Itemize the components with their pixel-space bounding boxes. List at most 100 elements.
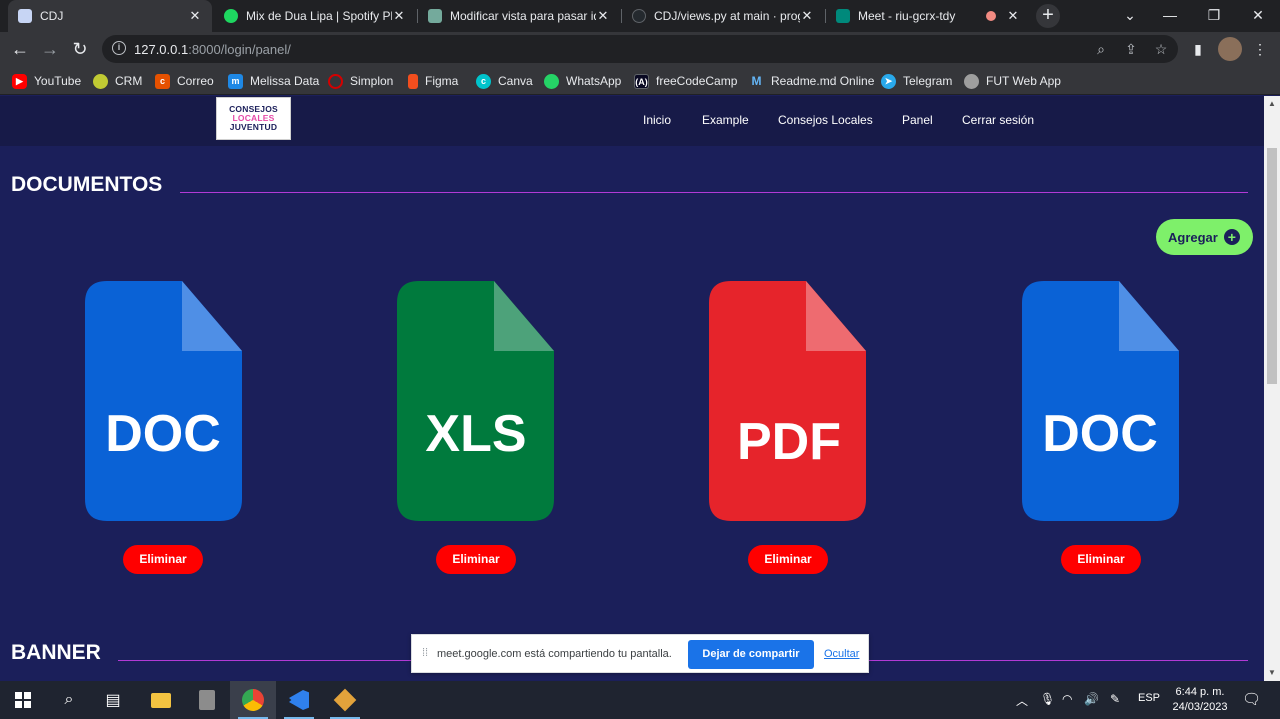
drag-handle-icon[interactable]: ⁞⁞ bbox=[422, 647, 428, 659]
globe-icon bbox=[964, 73, 979, 89]
chatgpt-favicon-icon bbox=[428, 9, 442, 23]
notification-center-icon[interactable]: 🗨 bbox=[1242, 690, 1261, 708]
minimize-icon[interactable]: — bbox=[1148, 0, 1192, 32]
file-fold bbox=[494, 281, 554, 351]
chrome-taskbar-icon[interactable] bbox=[230, 681, 276, 719]
delete-button[interactable]: Eliminar bbox=[436, 545, 516, 574]
tab-github[interactable]: CDJ/views.py at main · progra ✕ bbox=[622, 0, 824, 32]
bookmarks-bar: ▶ YouTube CRM c Correo m Melissa Data Simpl… bbox=[0, 66, 1280, 95]
bookmark-canva[interactable]: c Canva bbox=[476, 71, 533, 91]
reload-icon[interactable]: ↻ bbox=[68, 37, 92, 61]
scrollbar-thumb[interactable] bbox=[1267, 148, 1277, 384]
url-host: 127.0.0.1 bbox=[134, 42, 189, 57]
bookmark-freecodecamp[interactable]: (A) freeCodeCamp bbox=[634, 71, 737, 91]
bookmark-fut[interactable]: FUT Web App bbox=[964, 71, 1061, 91]
task-view-icon[interactable]: ▤ bbox=[90, 681, 136, 719]
delete-button[interactable]: Eliminar bbox=[748, 545, 828, 574]
forward-arrow-icon[interactable]: → bbox=[38, 37, 62, 61]
nav-link-panel[interactable]: Panel bbox=[902, 113, 933, 127]
new-tab-button[interactable]: + bbox=[1036, 4, 1060, 28]
windows-taskbar: ⌕ ▤ ︿ 🎙 ◠ 🔊 ✎ ESP 6:44 p. m. 24/03/2023 … bbox=[0, 681, 1280, 719]
profile-avatar[interactable] bbox=[1218, 37, 1242, 61]
screen-share-bar: ⁞⁞ meet.google.com está compartiendo tu … bbox=[411, 634, 869, 673]
microphone-icon[interactable]: 🎙 bbox=[1040, 692, 1055, 706]
close-tab-icon[interactable]: ✕ bbox=[800, 8, 814, 24]
tab-title: Modificar vista para pasar id bbox=[450, 9, 596, 23]
file-type-label: XLS bbox=[425, 405, 526, 463]
tab-spotify[interactable]: Mix de Dua Lipa | Spotify Play ✕ bbox=[214, 0, 416, 32]
network-icon[interactable]: ◠ bbox=[1062, 692, 1072, 706]
back-arrow-icon[interactable]: ← bbox=[8, 37, 32, 61]
add-button-label: Agregar bbox=[1168, 229, 1218, 245]
system-clock[interactable]: 6:44 p. m. 24/03/2023 bbox=[1164, 685, 1236, 715]
nav-link-example[interactable]: Example bbox=[702, 113, 749, 127]
tab-search-icon[interactable]: ⌄ bbox=[1108, 0, 1152, 32]
pdf-file-icon[interactable]: PDF bbox=[709, 281, 866, 521]
file-explorer-icon[interactable] bbox=[138, 681, 184, 719]
file-body bbox=[85, 281, 242, 521]
url-text[interactable]: 127.0.0.1:8000/login/panel/ bbox=[134, 42, 291, 57]
close-tab-icon[interactable]: ✕ bbox=[596, 8, 610, 24]
nav-link-inicio[interactable]: Inicio bbox=[643, 113, 671, 127]
site-logo[interactable]: CONSEJOS LOCALES JUVENTUD bbox=[216, 97, 291, 140]
pen-icon[interactable]: ✎ bbox=[1110, 692, 1120, 706]
chrome-logo-icon bbox=[242, 689, 264, 711]
zoom-icon[interactable]: ⌕ bbox=[1092, 40, 1110, 58]
delete-button[interactable]: Eliminar bbox=[1061, 545, 1141, 574]
calculator-icon[interactable] bbox=[184, 681, 230, 719]
logo-line-3: JUVENTUD bbox=[229, 122, 278, 132]
cdj-favicon-icon bbox=[18, 9, 32, 23]
figma-icon bbox=[408, 73, 418, 89]
bookmark-correo[interactable]: c Correo bbox=[155, 71, 214, 91]
bookmark-star-icon[interactable]: ☆ bbox=[1152, 40, 1170, 58]
bookmark-whatsapp[interactable]: WhatsApp bbox=[544, 71, 621, 91]
crm-icon bbox=[93, 73, 108, 89]
git-tool-icon[interactable] bbox=[322, 681, 368, 719]
bookmark-figma[interactable]: Figma bbox=[408, 71, 458, 91]
doc-file-icon[interactable]: DOC bbox=[85, 281, 242, 521]
share-icon[interactable]: ⇪ bbox=[1122, 40, 1140, 58]
file-body bbox=[709, 281, 866, 521]
bookmark-label: CRM bbox=[115, 74, 143, 88]
restore-icon[interactable]: ❐ bbox=[1192, 0, 1236, 32]
add-document-button[interactable]: Agregar + bbox=[1156, 219, 1253, 255]
side-panel-icon[interactable]: ▮ bbox=[1186, 37, 1210, 61]
xls-file-icon[interactable]: XLS bbox=[397, 281, 554, 521]
address-bar[interactable]: i 127.0.0.1:8000/login/panel/ ⌕ ⇪ ☆ bbox=[102, 35, 1178, 63]
bookmark-readme[interactable]: M Readme.md Online bbox=[749, 71, 875, 91]
close-tab-icon[interactable]: ✕ bbox=[188, 8, 202, 24]
bookmark-telegram[interactable]: ➤ Telegram bbox=[881, 71, 952, 91]
tab-meet[interactable]: Meet - riu-gcrx-tdy ✕ bbox=[826, 0, 1030, 32]
tab-cdj[interactable]: CDJ ✕ bbox=[8, 0, 212, 32]
search-icon[interactable]: ⌕ bbox=[46, 681, 92, 719]
bookmark-label: Simplon bbox=[350, 74, 394, 88]
close-tab-icon[interactable]: ✕ bbox=[392, 8, 406, 24]
menu-kebab-icon[interactable]: ⋮ bbox=[1248, 37, 1272, 61]
bookmark-melissa[interactable]: m Melissa Data bbox=[228, 71, 319, 91]
file-type-label: PDF bbox=[737, 413, 841, 471]
vscode-icon[interactable] bbox=[276, 681, 322, 719]
scroll-up-arrow-icon[interactable]: ▲ bbox=[1264, 96, 1280, 112]
plus-circle-icon: + bbox=[1223, 229, 1240, 245]
close-window-icon[interactable]: ✕ bbox=[1236, 0, 1280, 32]
bookmark-crm[interactable]: CRM bbox=[93, 71, 142, 91]
file-body bbox=[1022, 281, 1179, 521]
bookmark-simplon[interactable]: Simplon bbox=[328, 71, 393, 91]
hide-link[interactable]: Ocultar bbox=[824, 648, 859, 660]
delete-button[interactable]: Eliminar bbox=[123, 545, 203, 574]
volume-icon[interactable]: 🔊 bbox=[1084, 692, 1099, 706]
tab-chatgpt[interactable]: Modificar vista para pasar id ✕ bbox=[418, 0, 620, 32]
page-scrollbar[interactable]: ▲ ▼ bbox=[1264, 96, 1280, 681]
stop-sharing-button[interactable]: Dejar de compartir bbox=[688, 640, 814, 669]
windows-start-icon[interactable] bbox=[0, 681, 46, 719]
nav-link-consejos-locales[interactable]: Consejos Locales bbox=[778, 113, 873, 127]
site-info-icon[interactable]: i bbox=[112, 41, 126, 55]
language-indicator[interactable]: ESP bbox=[1138, 692, 1160, 704]
scroll-down-arrow-icon[interactable]: ▼ bbox=[1264, 665, 1280, 681]
doc-file-icon[interactable]: DOC bbox=[1022, 281, 1179, 521]
nav-link-cerrar-sesion[interactable]: Cerrar sesión bbox=[962, 113, 1034, 127]
bookmark-youtube[interactable]: ▶ YouTube bbox=[12, 71, 81, 91]
close-tab-icon[interactable]: ✕ bbox=[1006, 8, 1020, 24]
readme-icon: M bbox=[751, 73, 762, 88]
show-hidden-icons-icon[interactable]: ︿ bbox=[1016, 692, 1028, 709]
